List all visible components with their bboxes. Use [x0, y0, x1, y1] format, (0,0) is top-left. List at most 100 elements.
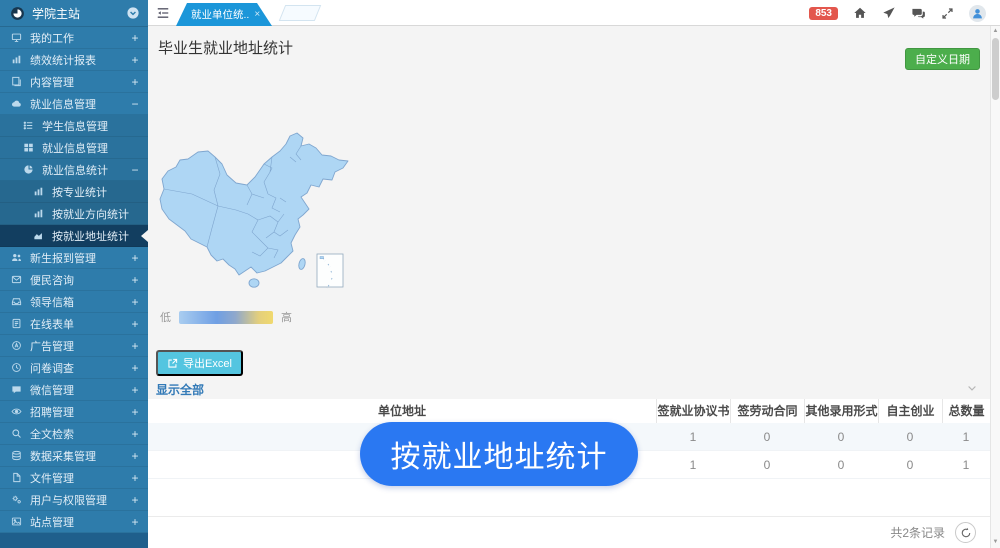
site-logo-icon: [10, 6, 25, 21]
export-icon: [167, 358, 178, 369]
sidebar-item[interactable]: 就业信息统计−: [0, 159, 148, 181]
tab-employment-unit-stats[interactable]: 就业单位统.. ×: [176, 3, 272, 26]
vertical-scrollbar[interactable]: ▲ ▼: [990, 26, 1000, 548]
expand-plus-icon: +: [130, 515, 140, 529]
notification-badge[interactable]: 853: [809, 7, 838, 20]
expand-plus-icon: +: [130, 383, 140, 397]
bar-chart-icon: [32, 208, 45, 219]
sidebar-item[interactable]: 广告管理+: [0, 335, 148, 357]
sidebar-item[interactable]: 就业信息管理: [0, 137, 148, 159]
collapse-chevron-icon[interactable]: [966, 382, 978, 394]
expand-plus-icon: +: [130, 251, 140, 265]
scroll-up-icon[interactable]: ▲: [991, 28, 1000, 34]
sidebar-item[interactable]: 内容管理+: [0, 71, 148, 93]
sidebar-item[interactable]: 站点管理+: [0, 511, 148, 533]
sidebar-item-label: 数据采集管理: [30, 448, 130, 464]
sidebar-menu: 我的工作+绩效统计报表+内容管理+就业信息管理− 学生信息管理就业信息管理就业信息…: [0, 27, 148, 533]
sidebar-item[interactable]: 按就业方向统计: [0, 203, 148, 225]
sidebar-item[interactable]: 全文检索+: [0, 423, 148, 445]
action-overlay-pill: 按就业地址统计: [360, 422, 638, 486]
sidebar-item[interactable]: 新生报到管理+: [0, 247, 148, 269]
cell-value: 1: [656, 458, 730, 472]
tab-label: 就业单位统..: [191, 7, 249, 22]
sidebar-item[interactable]: 按专业统计: [0, 181, 148, 203]
expand-plus-icon: +: [130, 427, 140, 441]
sidebar-item[interactable]: 用户与权限管理+: [0, 489, 148, 511]
pages-icon: [10, 76, 23, 87]
sidebar-item[interactable]: 招聘管理+: [0, 401, 148, 423]
table-header-row: 单位地址签就业协议书签劳动合同其他录用形式自主创业总数量: [148, 399, 990, 423]
expand-plus-icon: +: [130, 471, 140, 485]
image-icon: [10, 516, 23, 527]
document-icon: [10, 318, 23, 329]
expand-plus-icon: +: [130, 339, 140, 353]
sidebar-item-label: 新生报到管理: [30, 250, 130, 266]
users-icon: [10, 252, 23, 263]
sidebar-item[interactable]: 学生信息管理: [0, 115, 148, 137]
expand-plus-icon: +: [130, 31, 140, 45]
sidebar-item-label: 便民咨询: [30, 272, 130, 288]
expand-plus-icon: +: [130, 405, 140, 419]
expand-plus-icon: +: [130, 295, 140, 309]
column-header: 自主创业: [878, 399, 942, 423]
china-map[interactable]: [152, 102, 402, 302]
refresh-icon: [960, 527, 972, 539]
bar-chart-icon: [32, 186, 45, 197]
home-icon[interactable]: [853, 6, 867, 20]
sidebar-item[interactable]: 我的工作+: [0, 27, 148, 49]
sidebar-toggle-icon[interactable]: [156, 6, 170, 20]
export-label: 导出Excel: [183, 355, 232, 371]
tab-close-icon[interactable]: ×: [254, 9, 260, 20]
cell-value: 0: [878, 430, 942, 444]
sidebar-item[interactable]: 按就业地址统计: [0, 225, 148, 247]
sidebar-item-label: 学生信息管理: [42, 118, 140, 134]
sidebar-item[interactable]: 就业信息管理−: [0, 93, 148, 115]
expand-plus-icon: +: [130, 53, 140, 67]
sidebar-item[interactable]: 微信管理+: [0, 379, 148, 401]
fullscreen-icon[interactable]: [941, 7, 954, 20]
refresh-button[interactable]: [955, 522, 976, 543]
taiwan-island: [298, 258, 306, 270]
column-header: 签劳动合同: [730, 399, 804, 423]
scrollbar-thumb[interactable]: [992, 38, 999, 100]
envelope-icon: [10, 274, 23, 285]
show-all-link[interactable]: 显示全部: [156, 381, 204, 398]
sidebar-item[interactable]: 问卷调查+: [0, 357, 148, 379]
collapse-minus-icon: −: [130, 97, 140, 111]
sidebar-item[interactable]: 文件管理+: [0, 467, 148, 489]
sidebar-item[interactable]: 便民咨询+: [0, 269, 148, 291]
custom-date-button[interactable]: 自定义日期: [905, 48, 980, 70]
database-icon: [10, 450, 23, 461]
cell-value: 0: [804, 430, 878, 444]
cell-value: 0: [804, 458, 878, 472]
messages-icon[interactable]: [911, 6, 926, 21]
sidebar-footer: [0, 533, 148, 548]
sidebar-item-label: 按专业统计: [52, 184, 140, 200]
column-header: 签就业协议书: [656, 399, 730, 423]
sidebar-item[interactable]: 数据采集管理+: [0, 445, 148, 467]
legend-gradient-bar[interactable]: [179, 311, 273, 324]
send-icon[interactable]: [882, 6, 896, 20]
sidebar-item[interactable]: 绩效统计报表+: [0, 49, 148, 71]
cell-value: 0: [730, 458, 804, 472]
app-window: 学院主站 我的工作+绩效统计报表+内容管理+就业信息管理−学生信息管理就业信息管…: [0, 0, 1000, 548]
pie-chart-icon: [22, 164, 35, 175]
user-avatar[interactable]: [969, 5, 986, 22]
export-excel-button[interactable]: 导出Excel: [156, 350, 243, 376]
sidebar-item[interactable]: 领导信箱+: [0, 291, 148, 313]
column-header: 总数量: [942, 399, 990, 423]
list-icon: [22, 120, 35, 131]
sidebar-item-label: 问卷调查: [30, 360, 130, 376]
column-header: 单位地址: [148, 399, 656, 423]
cell-value: 0: [878, 458, 942, 472]
sidebar-header[interactable]: 学院主站: [0, 0, 148, 27]
cell-value: 1: [942, 458, 990, 472]
chevron-down-circle-icon[interactable]: [126, 6, 140, 20]
sidebar-item[interactable]: 在线表单+: [0, 313, 148, 335]
sidebar: 学院主站 我的工作+绩效统计报表+内容管理+就业信息管理−学生信息管理就业信息管…: [0, 0, 148, 548]
sidebar-item-label: 用户与权限管理: [30, 492, 130, 508]
scroll-down-icon[interactable]: ▼: [991, 539, 1000, 545]
overlay-label: 按就业地址统计: [391, 432, 608, 476]
grid-icon: [22, 142, 35, 153]
expand-plus-icon: +: [130, 361, 140, 375]
